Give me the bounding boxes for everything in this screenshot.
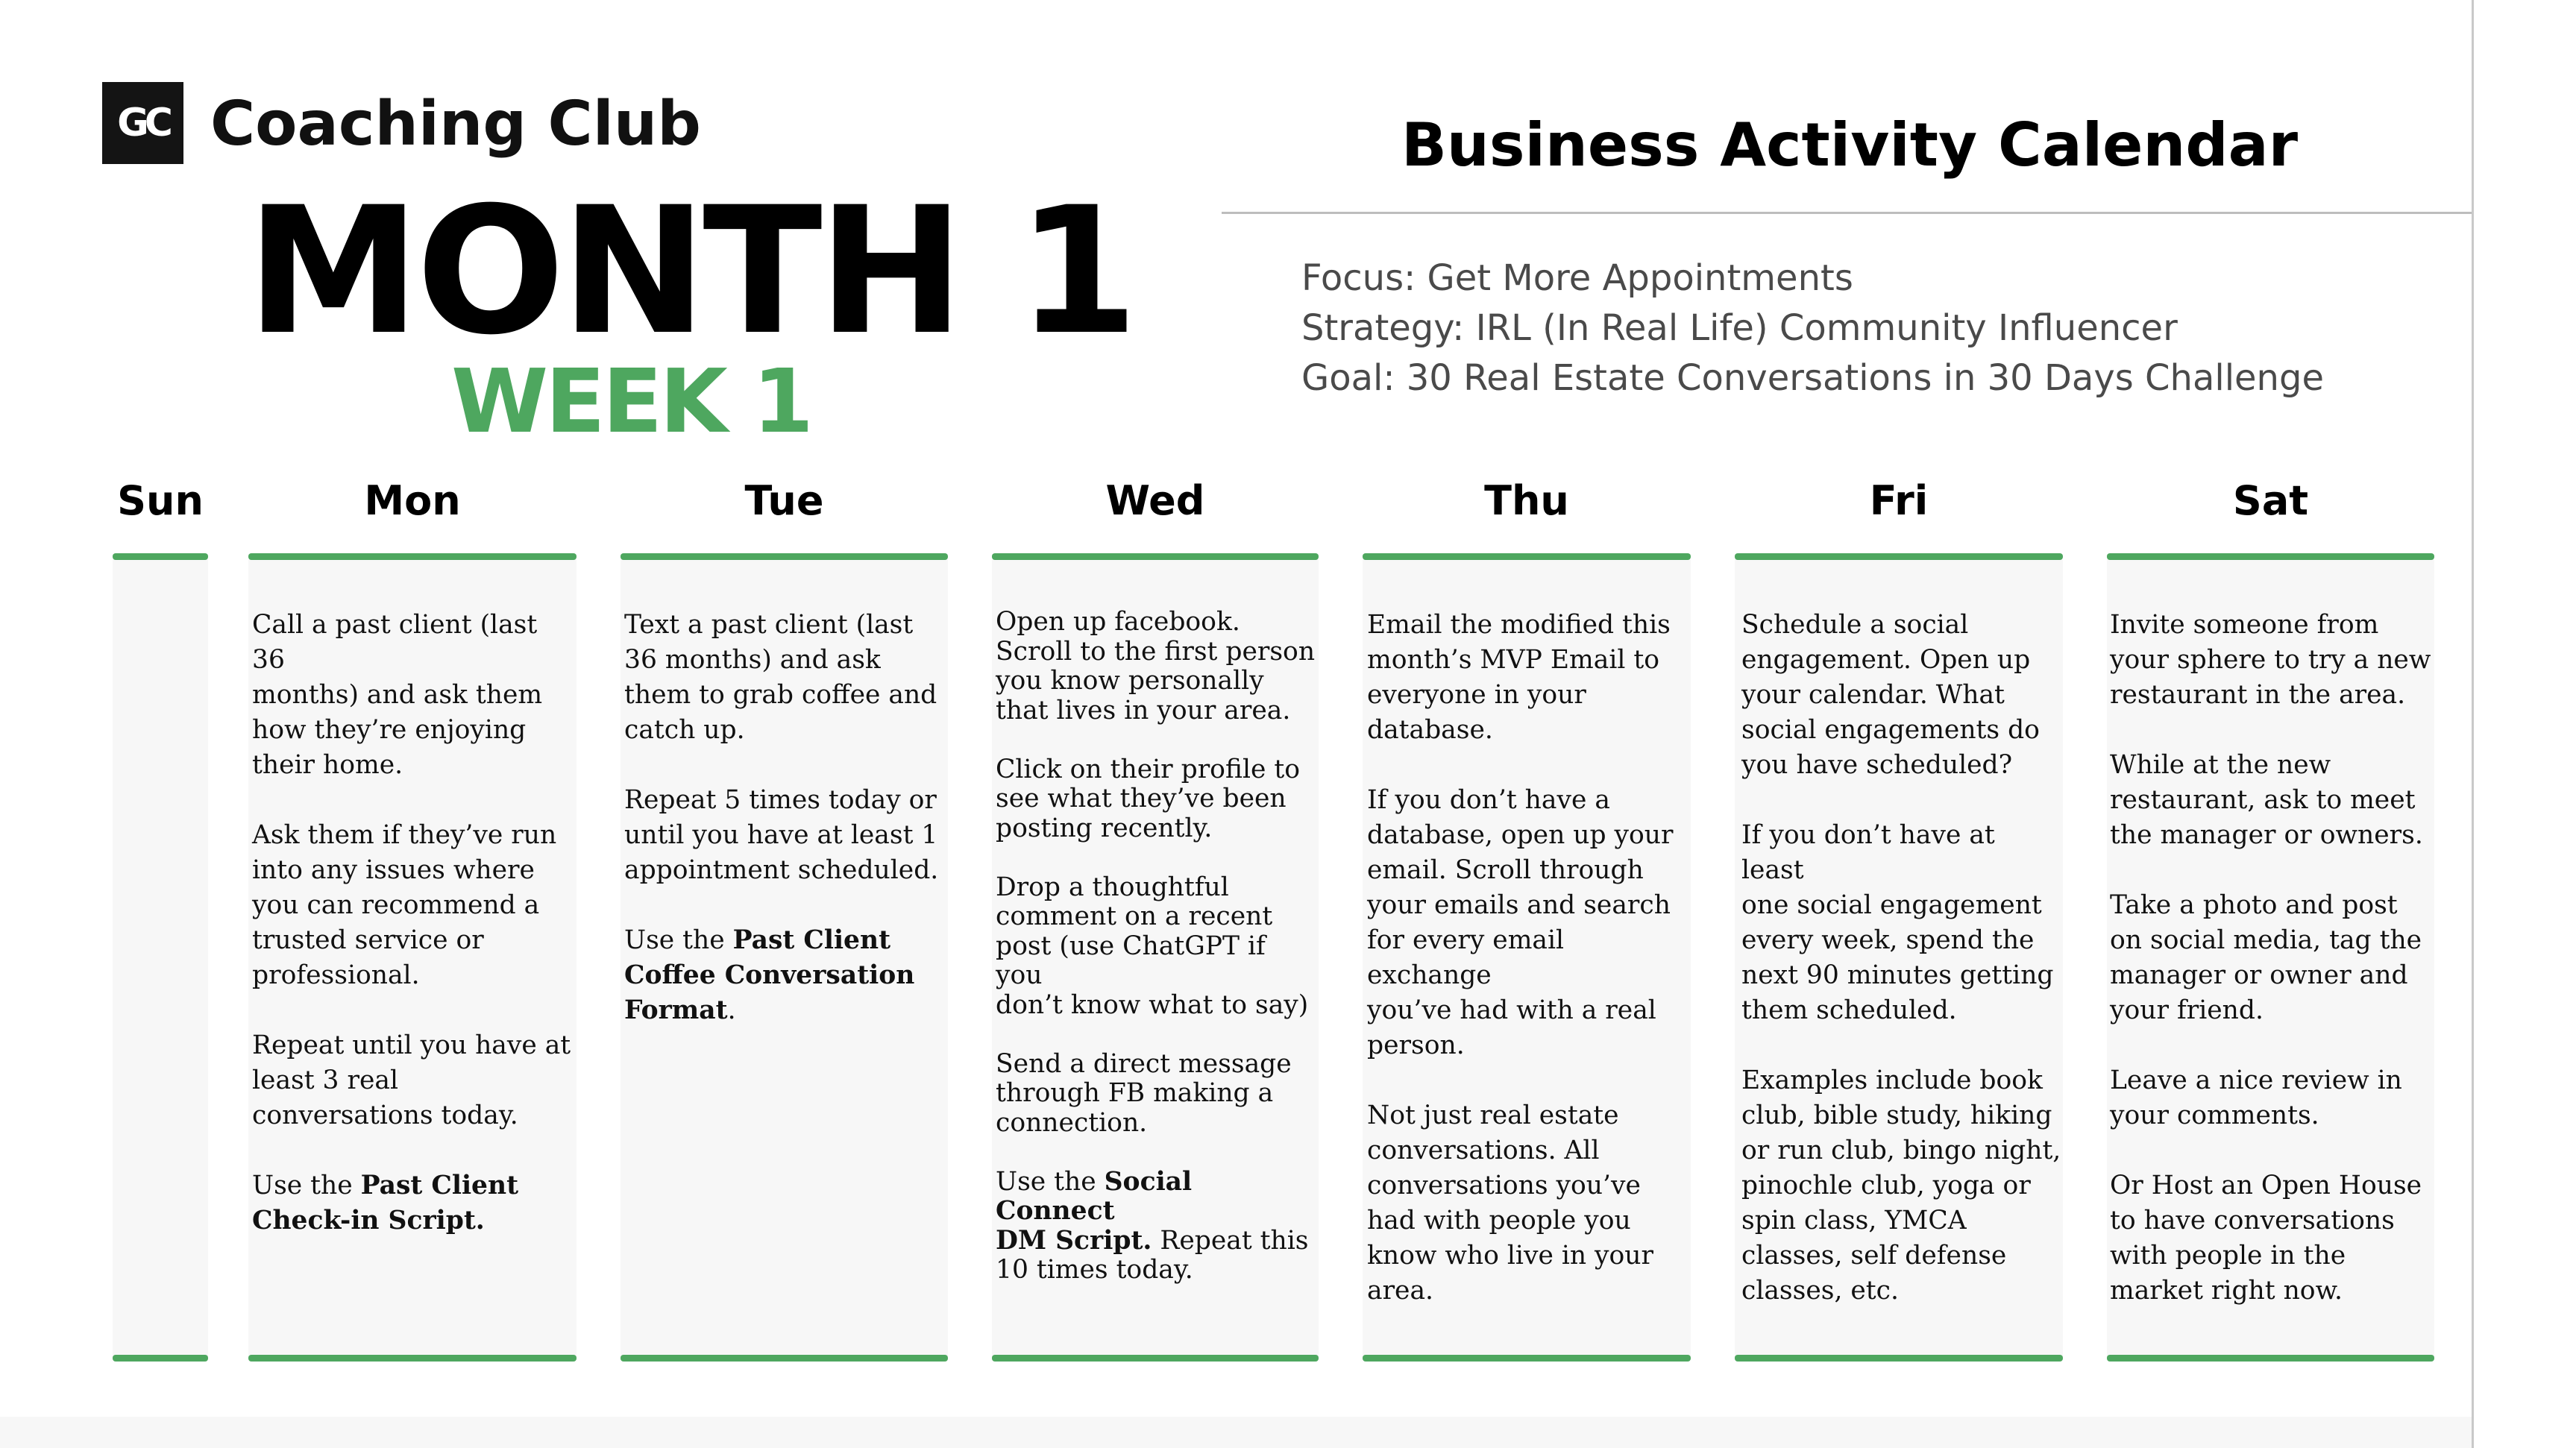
focus-line: Focus: Get More Appointments — [1301, 257, 1853, 299]
activity-tue: Text a past client (last 36 months) and … — [624, 608, 945, 1028]
activity-paragraph: Ask them if they’ve run into any issues … — [252, 820, 557, 990]
activity-paragraph: Open up facebook. Scroll to the first pe… — [996, 607, 1316, 725]
activity-paragraph: While at the new restaurant, ask to meet… — [2110, 750, 2423, 850]
activity-paragraph: Use the Social Connect DM Script. Repeat… — [996, 1166, 1309, 1285]
activity-paragraph: Text a past client (last 36 months) and … — [624, 610, 937, 745]
bottom-rule-wed — [992, 1355, 1319, 1362]
top-rule-sat — [2107, 553, 2434, 560]
brand-name: Coaching Club — [210, 89, 701, 160]
viewer-bottom-band — [0, 1417, 2472, 1448]
week-heading: WEEK 1 — [451, 350, 814, 453]
bottom-rule-sat — [2107, 1355, 2434, 1362]
day-header-sat: Sat — [2232, 477, 2309, 524]
strategy-line: Strategy: IRL (In Real Life) Community I… — [1301, 307, 2178, 349]
activity-paragraph: If you don’t have at least one social en… — [1741, 820, 2054, 1025]
top-rule-sun — [113, 553, 208, 560]
activity-sat: Invite someone from your sphere to try a… — [2110, 608, 2432, 1309]
activity-paragraph: Examples include book club, bible study,… — [1741, 1065, 2061, 1306]
activity-paragraph: Email the modified this month’s MVP Emai… — [1367, 610, 1671, 745]
activity-paragraph: Use the Past Client Check-in Script. — [252, 1171, 519, 1235]
goal-line: Goal: 30 Real Estate Conversations in 30… — [1301, 357, 2324, 399]
activity-wed: Open up facebook. Scroll to the first pe… — [996, 607, 1316, 1285]
activity-paragraph: Repeat until you have at least 3 real co… — [252, 1030, 571, 1130]
top-rule-fri — [1735, 553, 2063, 560]
activity-paragraph: Call a past client (last 36 months) and … — [252, 610, 543, 780]
activity-paragraph: Schedule a social engagement. Open up yo… — [1741, 610, 2040, 780]
calendar-slide: GC Coaching Club MONTH 1 WEEK 1 Business… — [0, 0, 2472, 1448]
bottom-rule-sun — [113, 1355, 208, 1362]
activity-paragraph: Repeat 5 times today or until you have a… — [624, 785, 939, 885]
bottom-rule-thu — [1363, 1355, 1691, 1362]
activity-paragraph: Invite someone from your sphere to try a… — [2110, 610, 2431, 710]
activity-paragraph: Send a direct message through FB making … — [996, 1048, 1292, 1138]
day-header-mon: Mon — [364, 477, 461, 524]
bottom-rule-tue — [621, 1355, 948, 1362]
day-header-fri: Fri — [1869, 477, 1929, 524]
day-header-thu: Thu — [1484, 477, 1569, 524]
info-block: Focus: Get More Appointments Strategy: I… — [1301, 254, 2324, 403]
calendar-title: Business Activity Calendar — [1401, 110, 2299, 180]
bottom-rule-fri — [1735, 1355, 2063, 1362]
viewer-margin — [2474, 0, 2576, 1448]
activity-paragraph: Use the Past Client Coffee Conversation … — [624, 925, 915, 1025]
day-header-sun: Sun — [117, 477, 204, 524]
month-heading: MONTH 1 — [246, 170, 1139, 374]
top-rule-mon — [248, 553, 577, 560]
activity-fri: Schedule a social engagement. Open up yo… — [1741, 608, 2062, 1309]
activity-mon: Call a past client (last 36 months) and … — [252, 608, 573, 1238]
activity-paragraph: Click on their profile to see what they’… — [996, 754, 1301, 843]
bottom-rule-mon — [248, 1355, 577, 1362]
title-divider — [1222, 212, 2472, 214]
activity-paragraph: If you don’t have a database, open up yo… — [1367, 785, 1674, 1060]
top-rule-wed — [992, 553, 1319, 560]
activity-thu: Email the modified this month’s MVP Emai… — [1367, 608, 1688, 1309]
column-bg-sun — [113, 559, 208, 1359]
day-header-tue: Tue — [744, 477, 824, 524]
logo: GC — [102, 82, 183, 164]
day-header-wed: Wed — [1105, 477, 1205, 524]
activity-paragraph: Not just real estate conversations. All … — [1367, 1101, 1654, 1306]
top-rule-tue — [621, 553, 948, 560]
top-rule-thu — [1363, 553, 1691, 560]
activity-paragraph: Take a photo and post on social media, t… — [2110, 890, 2422, 1025]
activity-paragraph: Or Host an Open House to have conversati… — [2110, 1171, 2422, 1306]
activity-paragraph: Drop a thoughtful comment on a recent po… — [996, 872, 1309, 1020]
activity-paragraph: Leave a nice review in your comments. — [2110, 1065, 2402, 1130]
